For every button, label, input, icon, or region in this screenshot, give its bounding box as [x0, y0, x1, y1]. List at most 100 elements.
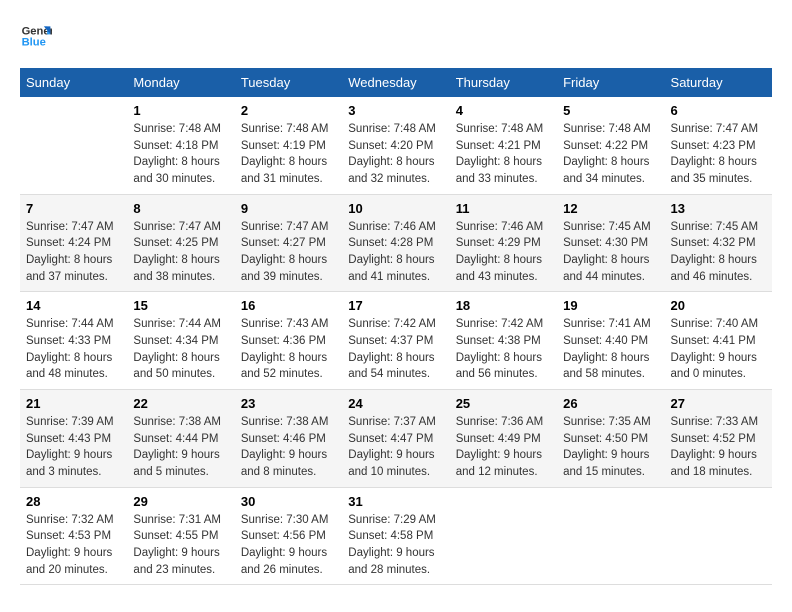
calendar-cell: 12 Sunrise: 7:45 AM Sunset: 4:30 PM Dayli…: [557, 194, 664, 292]
day-number: 2: [241, 103, 336, 118]
day-number: 14: [26, 298, 121, 313]
day-number: 27: [671, 396, 766, 411]
day-info: Sunrise: 7:46 AM Sunset: 4:28 PM Dayligh…: [348, 219, 443, 286]
day-info: Sunrise: 7:45 AM Sunset: 4:30 PM Dayligh…: [563, 219, 658, 286]
calendar-cell: 24 Sunrise: 7:37 AM Sunset: 4:47 PM Dayli…: [342, 390, 449, 488]
day-number: 26: [563, 396, 658, 411]
week-row-4: 21 Sunrise: 7:39 AM Sunset: 4:43 PM Dayli…: [20, 390, 772, 488]
calendar-cell: 17Sunrise: 7:42 AM Sunset: 4:37 PM Dayli…: [342, 292, 449, 390]
weekday-header-friday: Friday: [557, 68, 664, 97]
day-info: Sunrise: 7:43 AM Sunset: 4:36 PM Dayligh…: [241, 316, 336, 383]
day-number: 11: [456, 201, 551, 216]
day-info: Sunrise: 7:44 AM Sunset: 4:33 PM Dayligh…: [26, 316, 121, 383]
day-info: Sunrise: 7:32 AM Sunset: 4:53 PM Dayligh…: [26, 512, 121, 579]
calendar-cell: 14 Sunrise: 7:44 AM Sunset: 4:33 PM Dayli…: [20, 292, 127, 390]
logo: General Blue: [20, 20, 56, 52]
day-number: 30: [241, 494, 336, 509]
day-number: 12: [563, 201, 658, 216]
day-number: 9: [241, 201, 336, 216]
page-header: General Blue: [20, 20, 772, 52]
calendar-cell: 8 Sunrise: 7:47 AM Sunset: 4:25 PM Daylig…: [127, 194, 234, 292]
day-number: 3: [348, 103, 443, 118]
logo-icon: General Blue: [20, 20, 52, 52]
calendar-cell: 23Sunrise: 7:38 AM Sunset: 4:46 PM Dayli…: [235, 390, 342, 488]
day-number: 25: [456, 396, 551, 411]
weekday-header-thursday: Thursday: [450, 68, 557, 97]
day-number: 16: [241, 298, 336, 313]
calendar-cell: 5 Sunrise: 7:48 AM Sunset: 4:22 PM Daylig…: [557, 97, 664, 194]
calendar-cell: 27 Sunrise: 7:33 AM Sunset: 4:52 PM Dayli…: [665, 390, 772, 488]
day-info: Sunrise: 7:47 AM Sunset: 4:27 PM Dayligh…: [241, 219, 336, 286]
day-number: 1: [133, 103, 228, 118]
calendar-cell: 7 Sunrise: 7:47 AM Sunset: 4:24 PM Daylig…: [20, 194, 127, 292]
calendar-cell: 29 Sunrise: 7:31 AM Sunset: 4:55 PM Dayli…: [127, 487, 234, 585]
calendar-cell: 18 Sunrise: 7:42 AM Sunset: 4:38 PM Dayli…: [450, 292, 557, 390]
calendar-cell: 13Sunrise: 7:45 AM Sunset: 4:32 PM Dayli…: [665, 194, 772, 292]
day-info: Sunrise: 7:38 AM Sunset: 4:44 PM Dayligh…: [133, 414, 228, 481]
calendar-cell: [20, 97, 127, 194]
day-number: 7: [26, 201, 121, 216]
week-row-2: 7 Sunrise: 7:47 AM Sunset: 4:24 PM Daylig…: [20, 194, 772, 292]
weekday-header-monday: Monday: [127, 68, 234, 97]
day-info: Sunrise: 7:40 AM Sunset: 4:41 PM Dayligh…: [671, 316, 766, 383]
week-row-1: 1 Sunrise: 7:48 AM Sunset: 4:18 PM Daylig…: [20, 97, 772, 194]
svg-text:Blue: Blue: [22, 37, 46, 49]
day-number: 28: [26, 494, 121, 509]
day-info: Sunrise: 7:31 AM Sunset: 4:55 PM Dayligh…: [133, 512, 228, 579]
day-number: 10: [348, 201, 443, 216]
calendar-cell: 22Sunrise: 7:38 AM Sunset: 4:44 PM Dayli…: [127, 390, 234, 488]
calendar-cell: 6Sunrise: 7:47 AM Sunset: 4:23 PM Daylig…: [665, 97, 772, 194]
calendar-cell: 9 Sunrise: 7:47 AM Sunset: 4:27 PM Daylig…: [235, 194, 342, 292]
day-number: 15: [133, 298, 228, 313]
day-number: 19: [563, 298, 658, 313]
calendar-cell: [557, 487, 664, 585]
day-info: Sunrise: 7:42 AM Sunset: 4:38 PM Dayligh…: [456, 316, 551, 383]
calendar-cell: [665, 487, 772, 585]
day-number: 4: [456, 103, 551, 118]
calendar-cell: 26 Sunrise: 7:35 AM Sunset: 4:50 PM Dayli…: [557, 390, 664, 488]
day-number: 18: [456, 298, 551, 313]
day-info: Sunrise: 7:29 AM Sunset: 4:58 PM Dayligh…: [348, 512, 443, 579]
calendar-cell: 1 Sunrise: 7:48 AM Sunset: 4:18 PM Daylig…: [127, 97, 234, 194]
calendar-cell: 15 Sunrise: 7:44 AM Sunset: 4:34 PM Dayli…: [127, 292, 234, 390]
day-info: Sunrise: 7:35 AM Sunset: 4:50 PM Dayligh…: [563, 414, 658, 481]
day-number: 6: [671, 103, 766, 118]
calendar-cell: 16 Sunrise: 7:43 AM Sunset: 4:36 PM Dayli…: [235, 292, 342, 390]
day-info: Sunrise: 7:47 AM Sunset: 4:24 PM Dayligh…: [26, 219, 121, 286]
day-number: 20: [671, 298, 766, 313]
day-info: Sunrise: 7:48 AM Sunset: 4:21 PM Dayligh…: [456, 121, 551, 188]
day-number: 29: [133, 494, 228, 509]
day-info: Sunrise: 7:48 AM Sunset: 4:19 PM Dayligh…: [241, 121, 336, 188]
calendar-cell: 25Sunrise: 7:36 AM Sunset: 4:49 PM Dayli…: [450, 390, 557, 488]
day-info: Sunrise: 7:48 AM Sunset: 4:22 PM Dayligh…: [563, 121, 658, 188]
calendar-table: SundayMondayTuesdayWednesdayThursdayFrid…: [20, 68, 772, 585]
day-info: Sunrise: 7:33 AM Sunset: 4:52 PM Dayligh…: [671, 414, 766, 481]
calendar-cell: 20 Sunrise: 7:40 AM Sunset: 4:41 PM Dayli…: [665, 292, 772, 390]
day-info: Sunrise: 7:48 AM Sunset: 4:20 PM Dayligh…: [348, 121, 443, 188]
week-row-3: 14 Sunrise: 7:44 AM Sunset: 4:33 PM Dayli…: [20, 292, 772, 390]
calendar-cell: 10 Sunrise: 7:46 AM Sunset: 4:28 PM Dayli…: [342, 194, 449, 292]
week-row-5: 28 Sunrise: 7:32 AM Sunset: 4:53 PM Dayli…: [20, 487, 772, 585]
calendar-cell: 11 Sunrise: 7:46 AM Sunset: 4:29 PM Dayli…: [450, 194, 557, 292]
day-info: Sunrise: 7:46 AM Sunset: 4:29 PM Dayligh…: [456, 219, 551, 286]
day-number: 8: [133, 201, 228, 216]
day-number: 5: [563, 103, 658, 118]
day-info: Sunrise: 7:37 AM Sunset: 4:47 PM Dayligh…: [348, 414, 443, 481]
day-number: 17: [348, 298, 443, 313]
day-info: Sunrise: 7:47 AM Sunset: 4:25 PM Dayligh…: [133, 219, 228, 286]
day-number: 23: [241, 396, 336, 411]
weekday-header-wednesday: Wednesday: [342, 68, 449, 97]
day-info: Sunrise: 7:39 AM Sunset: 4:43 PM Dayligh…: [26, 414, 121, 481]
day-info: Sunrise: 7:41 AM Sunset: 4:40 PM Dayligh…: [563, 316, 658, 383]
day-info: Sunrise: 7:48 AM Sunset: 4:18 PM Dayligh…: [133, 121, 228, 188]
day-number: 13: [671, 201, 766, 216]
day-info: Sunrise: 7:30 AM Sunset: 4:56 PM Dayligh…: [241, 512, 336, 579]
day-number: 24: [348, 396, 443, 411]
calendar-cell: 30 Sunrise: 7:30 AM Sunset: 4:56 PM Dayli…: [235, 487, 342, 585]
calendar-cell: 2 Sunrise: 7:48 AM Sunset: 4:19 PM Daylig…: [235, 97, 342, 194]
day-number: 31: [348, 494, 443, 509]
day-number: 21: [26, 396, 121, 411]
day-info: Sunrise: 7:44 AM Sunset: 4:34 PM Dayligh…: [133, 316, 228, 383]
weekday-header-saturday: Saturday: [665, 68, 772, 97]
calendar-cell: 4 Sunrise: 7:48 AM Sunset: 4:21 PM Daylig…: [450, 97, 557, 194]
